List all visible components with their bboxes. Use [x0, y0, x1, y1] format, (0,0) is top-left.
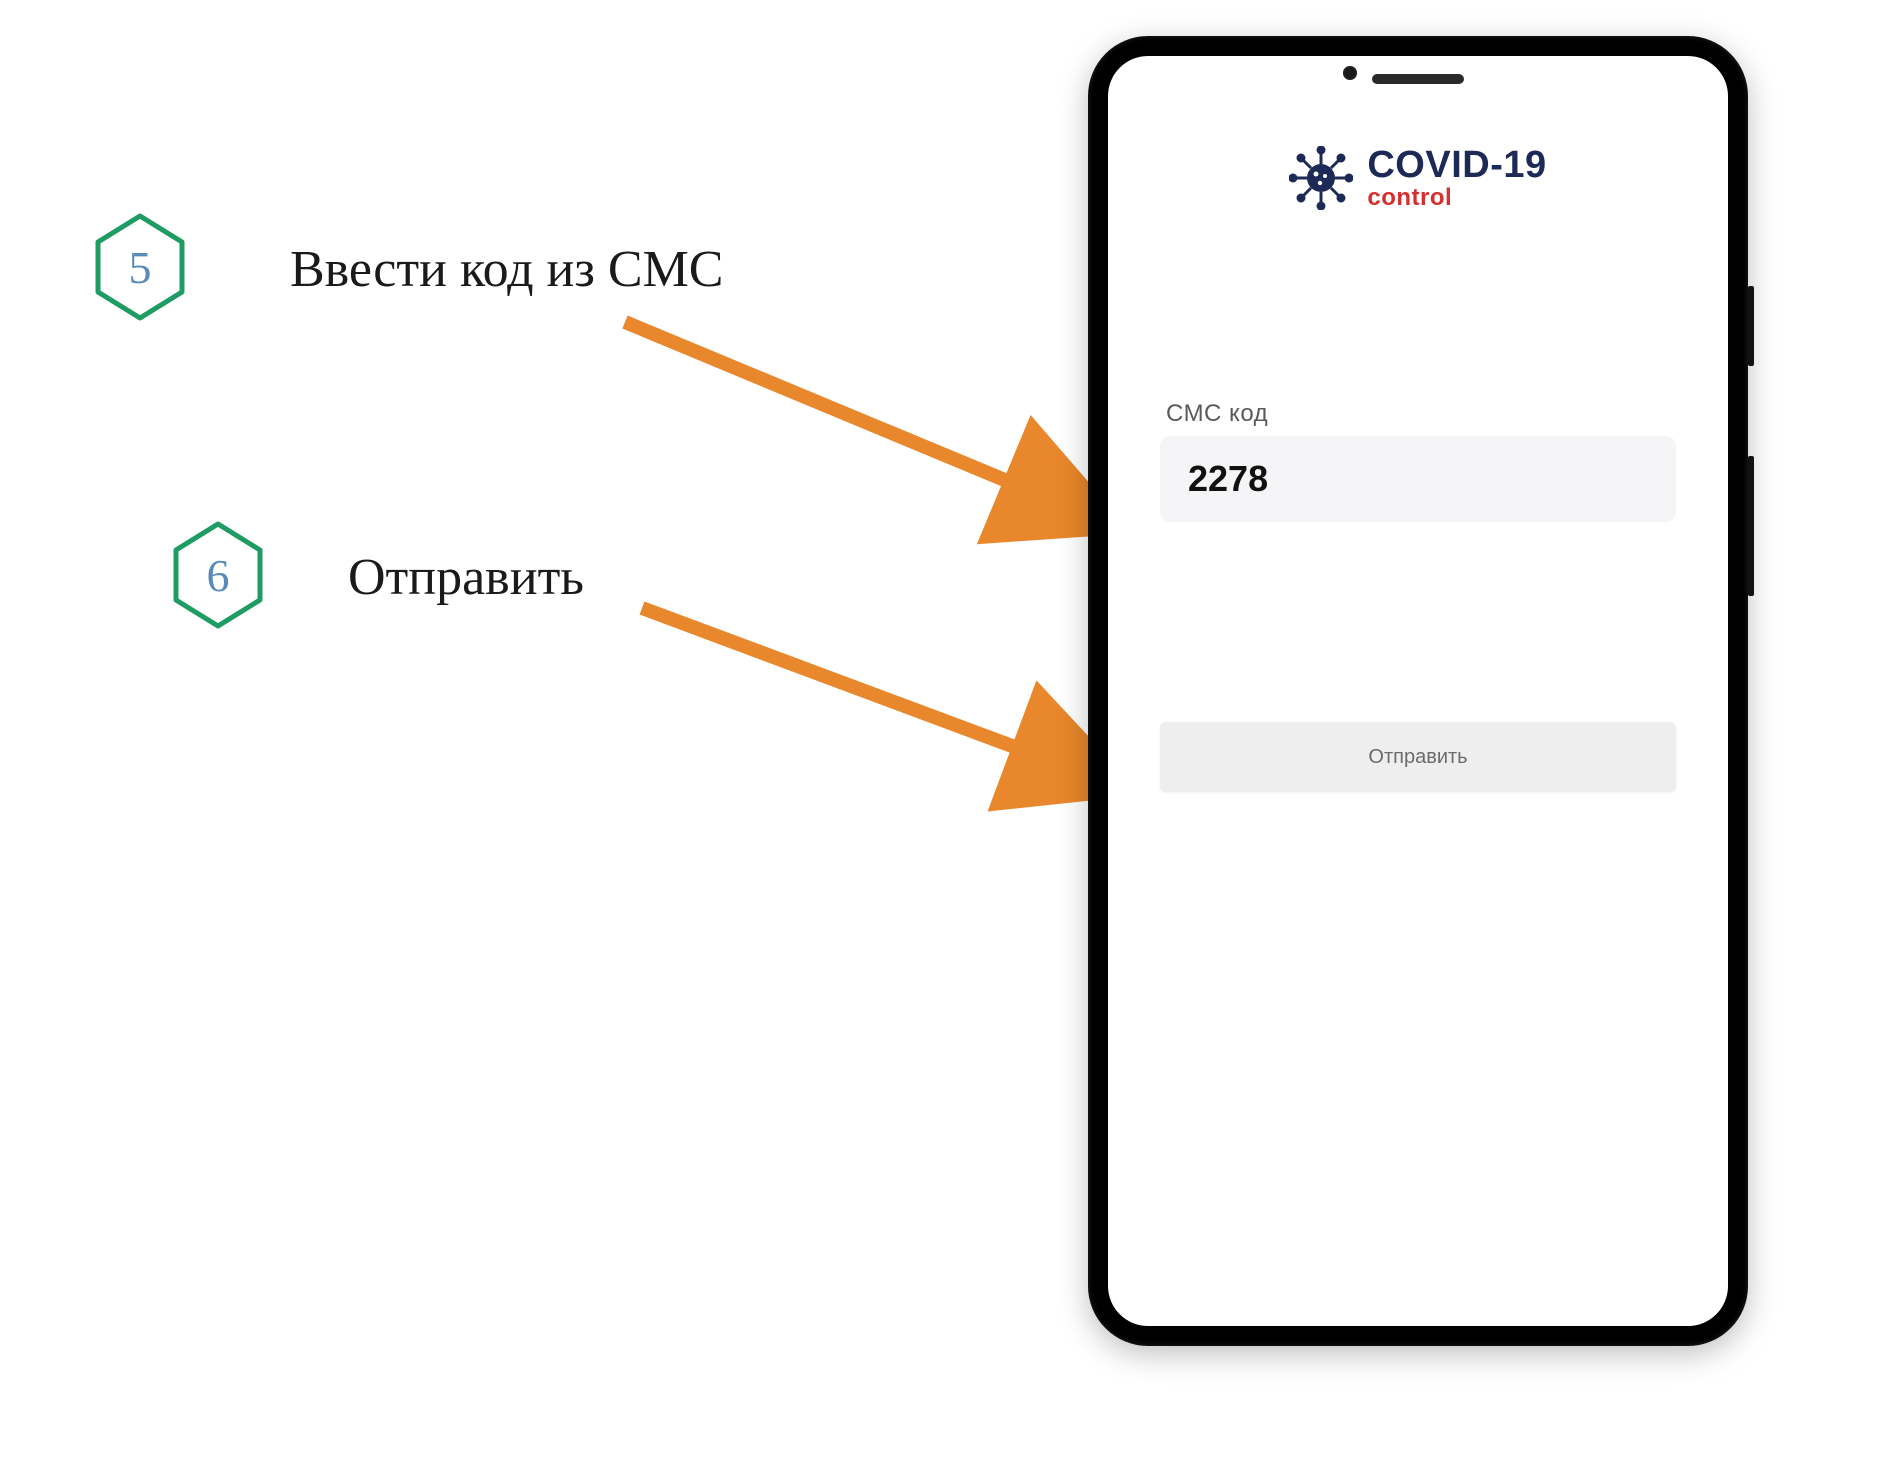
app-logo-text: COVID-19 control — [1367, 146, 1546, 210]
submit-button[interactable]: Отправить — [1160, 722, 1676, 792]
phone-screen: COVID-19 control СМС код Отправить — [1108, 56, 1728, 1326]
phone-side-button — [1748, 286, 1754, 366]
arrow-to-sms-input — [625, 322, 1120, 528]
phone-side-button — [1748, 456, 1754, 596]
arrow-to-submit-button — [642, 608, 1130, 790]
app-logo: COVID-19 control — [1138, 146, 1698, 210]
sms-code-label: СМС код — [1160, 400, 1676, 428]
sms-code-block: СМС код — [1138, 400, 1698, 522]
sms-code-input[interactable] — [1160, 436, 1676, 522]
phone-mockup: COVID-19 control СМС код Отправить — [1088, 36, 1748, 1346]
virus-icon — [1289, 146, 1353, 210]
app-title: COVID-19 — [1367, 146, 1546, 184]
app-subtitle: control — [1367, 186, 1546, 210]
